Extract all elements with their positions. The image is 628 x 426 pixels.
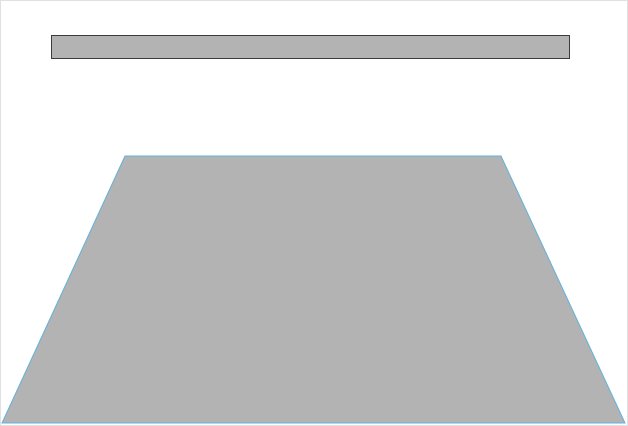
trapezoid-shape[interactable]	[1, 155, 626, 424]
stage-svg	[1, 155, 626, 424]
drawing-canvas	[0, 0, 628, 426]
